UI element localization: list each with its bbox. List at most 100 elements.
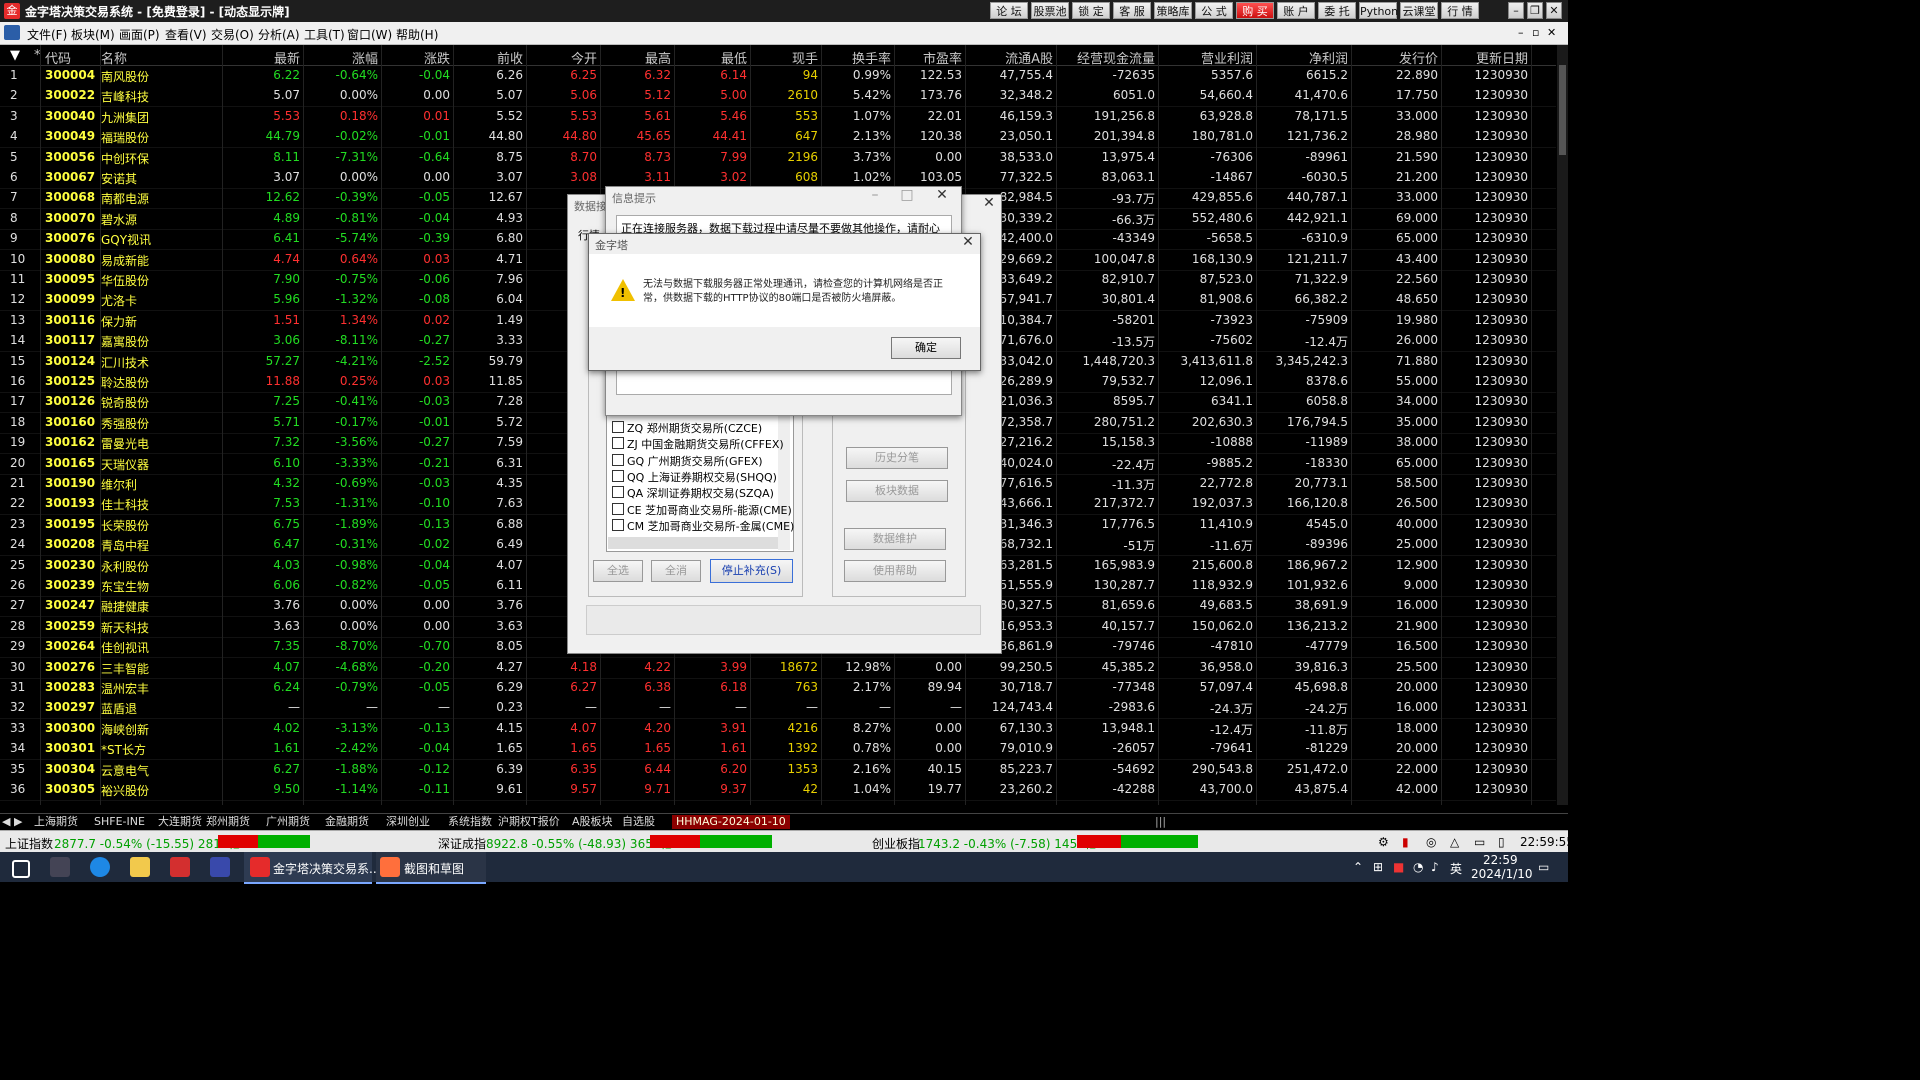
checkbox-box[interactable] <box>612 421 624 433</box>
tab-nav-right-icon[interactable]: ▶ <box>14 815 22 829</box>
market-tab-1[interactable]: SHFE-INE <box>94 815 145 829</box>
scroll-thumb[interactable] <box>1559 65 1566 155</box>
data-maintain-button[interactable]: 数据维护 <box>844 528 946 550</box>
market-tab-2[interactable]: 大连期货 <box>158 815 202 829</box>
status-phone-icon[interactable]: ▯ <box>1498 835 1505 849</box>
market-tab-10[interactable]: 自选股 <box>622 815 655 829</box>
column-header-0[interactable]: 代码 <box>45 48 71 67</box>
toolbar-button-4[interactable]: 策略库 <box>1154 2 1192 19</box>
table-row[interactable]: 5 300056 中创环保 8.11 -7.31% -0.64 8.75 8.70 8.73 7.… <box>0 148 1556 169</box>
toolbar-button-9[interactable]: Python <box>1359 2 1398 19</box>
toolbar-button-3[interactable]: 客 服 <box>1113 2 1151 19</box>
menu-item-1[interactable]: 板块(M) <box>71 26 115 43</box>
column-header-16[interactable]: 发行价 <box>1399 48 1438 67</box>
table-row[interactable]: 35 300304 云意电气 6.27 -1.88% -0.12 6.39 6.35 6.44 6… <box>0 760 1556 781</box>
toolbar-button-6[interactable]: 购 买 <box>1236 2 1274 19</box>
info-close-icon[interactable]: ✕ <box>931 187 953 205</box>
toolbar-button-2[interactable]: 锁 定 <box>1072 2 1110 19</box>
toolbar-button-1[interactable]: 股票池 <box>1031 2 1069 19</box>
market-tab-6[interactable]: 深圳创业 <box>386 815 430 829</box>
status-trash-icon[interactable]: ▮ <box>1402 835 1409 849</box>
column-header-2[interactable]: 最新 <box>274 48 300 67</box>
mdi-close-icon[interactable]: ✕ <box>1547 26 1556 39</box>
status-bell-icon[interactable]: △ <box>1450 835 1459 849</box>
menu-item-8[interactable]: 帮助(H) <box>396 26 438 43</box>
column-header-9[interactable]: 现手 <box>792 48 818 67</box>
download-dialog-close-icon[interactable]: ✕ <box>978 195 1000 213</box>
exchange-list-hscroll[interactable] <box>608 537 778 549</box>
exchange-checkbox[interactable]: ZQ 郑州期货交易所(CZCE) <box>612 420 762 436</box>
exchange-checkbox[interactable]: GQ 广州期货交易所(GFEX) <box>612 453 763 469</box>
column-header-5[interactable]: 前收 <box>497 48 523 67</box>
column-header-12[interactable]: 流通A股 <box>1005 48 1053 67</box>
market-tab-11[interactable]: HHMAG-2024-01-10 <box>672 815 790 829</box>
file-explorer-icon[interactable] <box>130 857 150 877</box>
tab-scroll-grip-icon[interactable]: ||| <box>1155 815 1166 829</box>
checkbox-box[interactable] <box>612 502 624 515</box>
sort-down-icon[interactable]: ▼ <box>10 48 20 63</box>
market-tab-9[interactable]: A股板块 <box>572 815 613 829</box>
minimize-icon[interactable]: – <box>1508 2 1524 19</box>
column-header-3[interactable]: 涨幅 <box>352 48 378 67</box>
cy-index-label[interactable]: 创业板指 <box>872 835 920 852</box>
menu-app-icon[interactable] <box>4 25 20 40</box>
taskbar-time[interactable]: 22:59 <box>1483 853 1518 867</box>
menu-item-5[interactable]: 分析(A) <box>258 26 300 43</box>
toolbar-button-7[interactable]: 账 户 <box>1277 2 1315 19</box>
checkbox-box[interactable] <box>612 469 624 482</box>
menu-item-7[interactable]: 窗口(W) <box>347 26 392 43</box>
column-header-17[interactable]: 更新日期 <box>1476 48 1528 67</box>
status-folder-icon[interactable]: ▭ <box>1474 835 1485 849</box>
table-row[interactable]: 36 300305 裕兴股份 9.50 -1.14% -0.11 9.61 9.57 9.71 9… <box>0 780 1556 801</box>
table-row[interactable]: 31 300283 温州宏丰 6.24 -0.79% -0.05 6.29 6.27 6.38 6… <box>0 678 1556 699</box>
column-header-6[interactable]: 今开 <box>571 48 597 67</box>
exchange-checkbox[interactable]: QQ 上海证券期权交易(SHQQ) <box>612 469 777 485</box>
table-row[interactable]: 3 300040 九洲集团 5.53 0.18% 0.01 5.52 5.53 5.61 5.46… <box>0 107 1556 128</box>
column-header-11[interactable]: 市盈率 <box>923 48 962 67</box>
toolbar-button-0[interactable]: 论 坛 <box>990 2 1028 19</box>
checkbox-box[interactable] <box>612 518 624 531</box>
menu-item-3[interactable]: 查看(V) <box>165 26 207 43</box>
toolbar-button-11[interactable]: 行 情 <box>1441 2 1479 19</box>
task-view-icon[interactable] <box>50 857 70 877</box>
vertical-scrollbar[interactable] <box>1557 45 1568 805</box>
column-header-13[interactable]: 经营现金流量 <box>1077 48 1155 67</box>
exchange-checkbox[interactable]: QA 深圳证券期权交易(SZQA) <box>612 485 774 501</box>
info-maximize-icon[interactable]: □ <box>896 187 918 205</box>
exchange-checkbox[interactable]: CM 芝加哥商业交易所-金属(CME) <box>612 518 794 534</box>
table-row[interactable]: 32 300297 蓝盾退 — — — 0.23 — — — — — — 124,743.4 -2983.6… <box>0 698 1556 720</box>
menu-item-6[interactable]: 工具(T) <box>304 26 345 43</box>
exchange-checkbox[interactable]: CE 芝加哥商业交易所-能源(CME) <box>612 502 792 518</box>
column-header-8[interactable]: 最低 <box>721 48 747 67</box>
taskbar-date[interactable]: 2024/1/10 <box>1471 867 1533 881</box>
column-header-7[interactable]: 最高 <box>645 48 671 67</box>
edge-icon[interactable] <box>90 857 110 877</box>
table-row[interactable]: 1 300004 南风股份 6.22 -0.64% -0.04 6.26 6.25 6.32 6.… <box>0 66 1556 87</box>
tab-nav-left-icon[interactable]: ◀ <box>2 815 10 829</box>
status-settings-icon[interactable]: ⚙ <box>1378 835 1389 849</box>
table-row[interactable]: 33 300300 海峡创新 4.02 -3.13% -0.13 4.15 4.07 4.20 3… <box>0 719 1556 740</box>
select-all-button[interactable]: 全选 <box>593 560 643 582</box>
menu-item-4[interactable]: 交易(O) <box>211 26 254 43</box>
sz-index-label[interactable]: 深证成指 <box>438 835 486 852</box>
restore-icon[interactable]: ❐ <box>1527 2 1543 19</box>
column-header-1[interactable]: 名称 <box>101 48 127 67</box>
tray-app-icon[interactable]: ■ <box>1393 860 1404 874</box>
exchange-checkbox[interactable]: ZJ 中国金融期货交易所(CFFEX) <box>612 436 784 452</box>
tray-wifi-icon[interactable]: ◔ <box>1413 860 1423 874</box>
checkbox-box[interactable] <box>612 453 624 466</box>
mdi-minimize-icon[interactable]: – <box>1518 26 1524 39</box>
column-header-4[interactable]: 涨跌 <box>424 48 450 67</box>
history-ticks-button[interactable]: 历史分笔 <box>846 447 948 469</box>
mdi-restore-icon[interactable]: ▫ <box>1532 26 1539 39</box>
sh-index-label[interactable]: 上证指数 <box>5 835 53 852</box>
market-tab-5[interactable]: 金融期货 <box>325 815 369 829</box>
tray-chevron-icon[interactable]: ⌃ <box>1353 860 1363 874</box>
menu-item-0[interactable]: 文件(F) <box>27 26 67 43</box>
toolbar-button-5[interactable]: 公 式 <box>1195 2 1233 19</box>
ime-indicator[interactable]: 英 <box>1450 860 1462 877</box>
info-minimize-icon[interactable]: – <box>864 187 886 205</box>
status-globe-icon[interactable]: ◎ <box>1426 835 1436 849</box>
column-header-14[interactable]: 营业利润 <box>1201 48 1253 67</box>
pinned-app-icon[interactable] <box>170 857 190 877</box>
